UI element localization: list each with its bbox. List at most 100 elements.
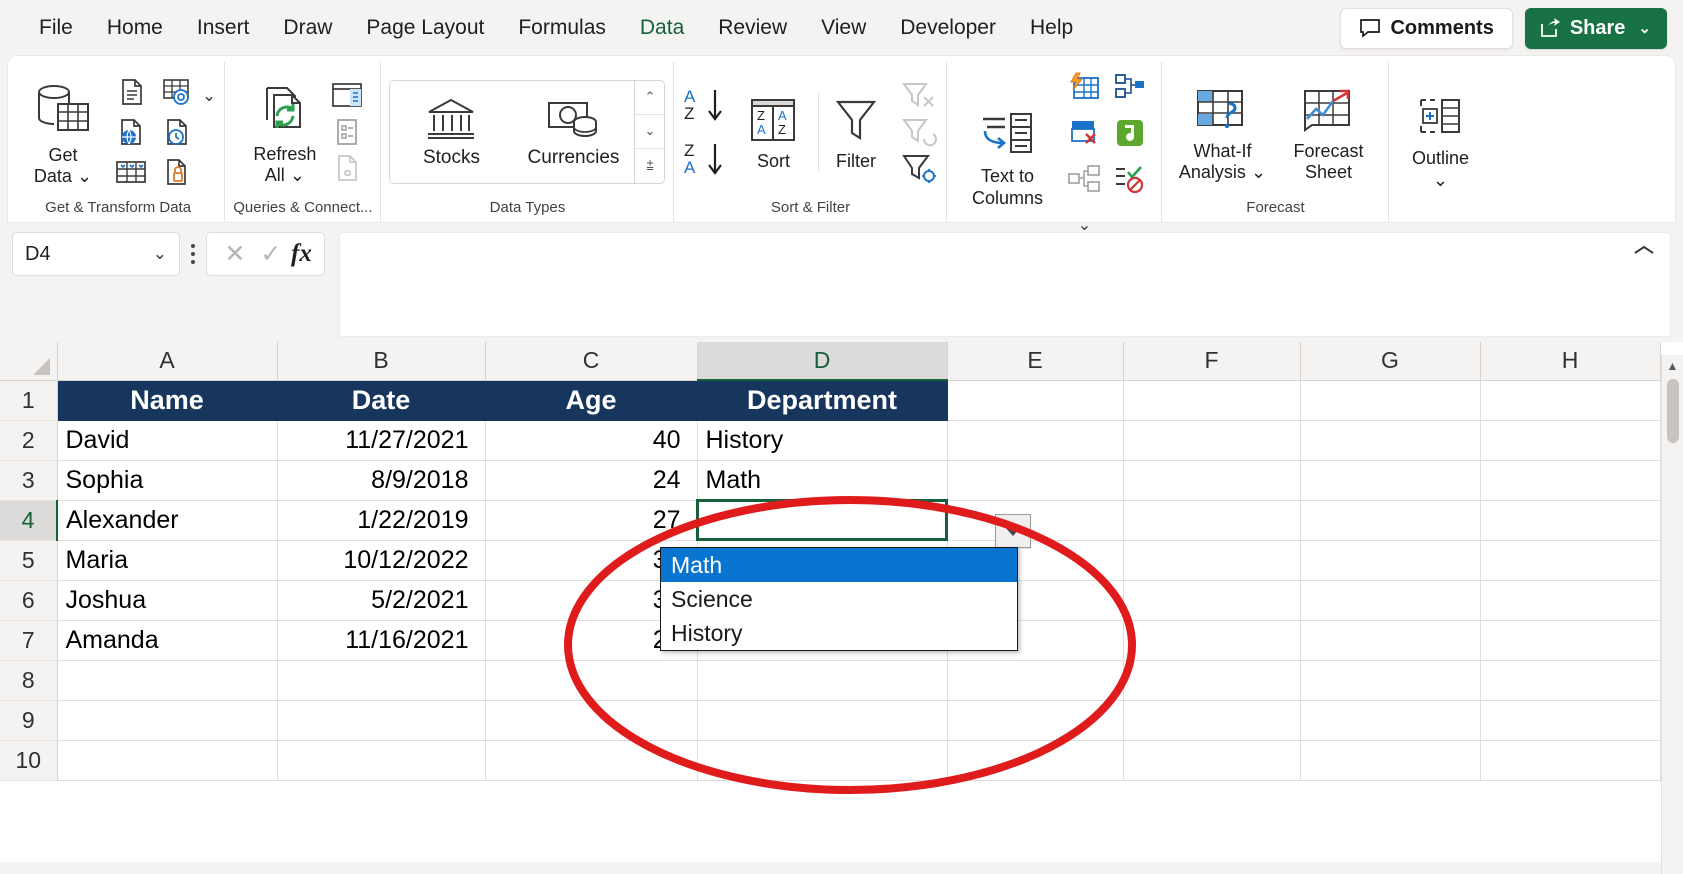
cell-c9[interactable] [485, 700, 698, 741]
column-header-g[interactable]: G [1300, 342, 1481, 381]
cell-d2[interactable]: History [697, 420, 948, 461]
cell-b7[interactable]: 11/16/2021 [277, 620, 486, 661]
flash-fill-icon[interactable] [1067, 71, 1101, 103]
tab-view[interactable]: View [804, 9, 883, 46]
column-header-h[interactable]: H [1480, 342, 1661, 381]
tab-developer[interactable]: Developer [883, 9, 1013, 46]
cell-f4[interactable] [1123, 500, 1301, 541]
cell-c1[interactable]: Age [485, 380, 698, 421]
comments-button[interactable]: Comments [1340, 7, 1513, 49]
recent-sources-icon[interactable] [163, 157, 191, 187]
stocks-button[interactable]: Stocks [390, 81, 512, 183]
cell-e8[interactable] [947, 660, 1124, 701]
cell-d8[interactable] [697, 660, 948, 701]
dropdown-option-math[interactable]: Math [661, 548, 1017, 583]
scroll-up-icon[interactable]: ⌃ [635, 81, 664, 114]
cell-a8[interactable] [57, 660, 278, 701]
advanced-filter-icon[interactable] [900, 151, 938, 185]
cell-d3[interactable]: Math [697, 460, 948, 501]
reapply-filter-icon[interactable] [900, 115, 938, 149]
cancel-x-icon[interactable]: ✕ [219, 239, 251, 269]
cell-g9[interactable] [1300, 700, 1481, 741]
cell-g2[interactable] [1300, 420, 1481, 461]
enter-check-icon[interactable]: ✓ [255, 239, 287, 269]
tab-file[interactable]: File [22, 9, 90, 46]
cell-h3[interactable] [1480, 460, 1661, 501]
cell-f10[interactable] [1123, 740, 1301, 781]
select-all-corner[interactable] [0, 342, 58, 381]
cell-c10[interactable] [485, 740, 698, 781]
cell-f2[interactable] [1123, 420, 1301, 461]
cell-g5[interactable] [1300, 540, 1481, 581]
vertical-scrollbar[interactable]: ▲ [1661, 355, 1683, 874]
row-header-9[interactable]: 9 [0, 700, 58, 741]
what-if-analysis-button[interactable]: What-If Analysis ⌄ [1170, 80, 1274, 183]
cell-b4[interactable]: 1/22/2019 [277, 500, 486, 541]
chevron-down-icon[interactable]: ⌄ [1638, 19, 1651, 37]
remove-duplicates-icon[interactable] [1067, 117, 1101, 149]
cell-a10[interactable] [57, 740, 278, 781]
chevron-down-icon[interactable]: ⌄ [153, 244, 167, 264]
row-header-10[interactable]: 10 [0, 740, 58, 781]
share-button[interactable]: Share ⌄ [1524, 7, 1667, 49]
row-header-1[interactable]: 1 [0, 380, 58, 421]
cell-b10[interactable] [277, 740, 486, 781]
cell-f7[interactable] [1123, 620, 1301, 661]
tab-help[interactable]: Help [1013, 9, 1090, 46]
outline-button[interactable]: Outline ⌄ [1397, 89, 1483, 190]
cell-h1[interactable] [1480, 380, 1661, 421]
cell-g3[interactable] [1300, 460, 1481, 501]
cell-e1[interactable] [947, 380, 1124, 421]
cell-f5[interactable] [1123, 540, 1301, 581]
from-table-range-icon[interactable] [160, 77, 194, 107]
cell-e2[interactable] [947, 420, 1124, 461]
cell-a7[interactable]: Amanda [57, 620, 278, 661]
cell-a5[interactable]: Maria [57, 540, 278, 581]
cell-d10[interactable] [697, 740, 948, 781]
expand-formula-bar-icon[interactable] [1632, 243, 1656, 257]
dropdown-option-science[interactable]: Science [661, 582, 1017, 616]
cell-a1[interactable]: Name [57, 380, 278, 421]
cell-g1[interactable] [1300, 380, 1481, 421]
cell-h4[interactable] [1480, 500, 1661, 541]
column-header-a[interactable]: A [57, 342, 278, 381]
row-header-8[interactable]: 8 [0, 660, 58, 701]
cell-g6[interactable] [1300, 580, 1481, 621]
from-sheet-icon[interactable] [114, 158, 148, 186]
currencies-button[interactable]: Currencies [512, 81, 634, 183]
formula-input[interactable] [338, 232, 1671, 337]
chevron-down-icon[interactable]: ⌄ [290, 165, 305, 185]
edit-links-icon[interactable] [330, 153, 364, 183]
cell-h8[interactable] [1480, 660, 1661, 701]
queries-and-connections-icon[interactable] [330, 81, 364, 111]
cell-e9[interactable] [947, 700, 1124, 741]
cell-g7[interactable] [1300, 620, 1481, 661]
cell-b9[interactable] [277, 700, 486, 741]
column-header-b[interactable]: B [277, 342, 486, 381]
row-header-7[interactable]: 7 [0, 620, 58, 661]
cell-d1[interactable]: Department [697, 380, 948, 421]
scroll-up-arrow-icon[interactable]: ▲ [1662, 355, 1683, 377]
forecast-sheet-button[interactable]: Forecast Sheet [1276, 80, 1380, 183]
chevron-down-icon[interactable]: ⌄ [1433, 170, 1448, 190]
tab-draw[interactable]: Draw [266, 9, 349, 46]
row-header-6[interactable]: 6 [0, 580, 58, 621]
row-header-2[interactable]: 2 [0, 420, 58, 461]
vertical-scroll-thumb[interactable] [1667, 379, 1679, 443]
sort-ascending-icon[interactable]: AZ [682, 85, 728, 125]
properties-icon[interactable] [330, 117, 364, 147]
column-header-f[interactable]: F [1123, 342, 1301, 381]
text-to-columns-button[interactable]: Text to Columns [955, 103, 1059, 208]
dropdown-option-history[interactable]: History [661, 616, 1017, 650]
cell-g10[interactable] [1300, 740, 1481, 781]
cell-f6[interactable] [1123, 580, 1301, 621]
tab-home[interactable]: Home [90, 9, 180, 46]
manage-data-model-icon[interactable] [1067, 164, 1101, 194]
cell-h7[interactable] [1480, 620, 1661, 661]
cell-c2[interactable]: 40 [485, 420, 698, 461]
cell-d4-selected[interactable] [696, 499, 948, 541]
clear-filter-icon[interactable] [900, 79, 938, 113]
refresh-all-button[interactable]: Refresh All ⌄ [242, 77, 328, 186]
sort-button[interactable]: ZAAZ Sort [736, 90, 810, 172]
cell-a2[interactable]: David [57, 420, 278, 461]
